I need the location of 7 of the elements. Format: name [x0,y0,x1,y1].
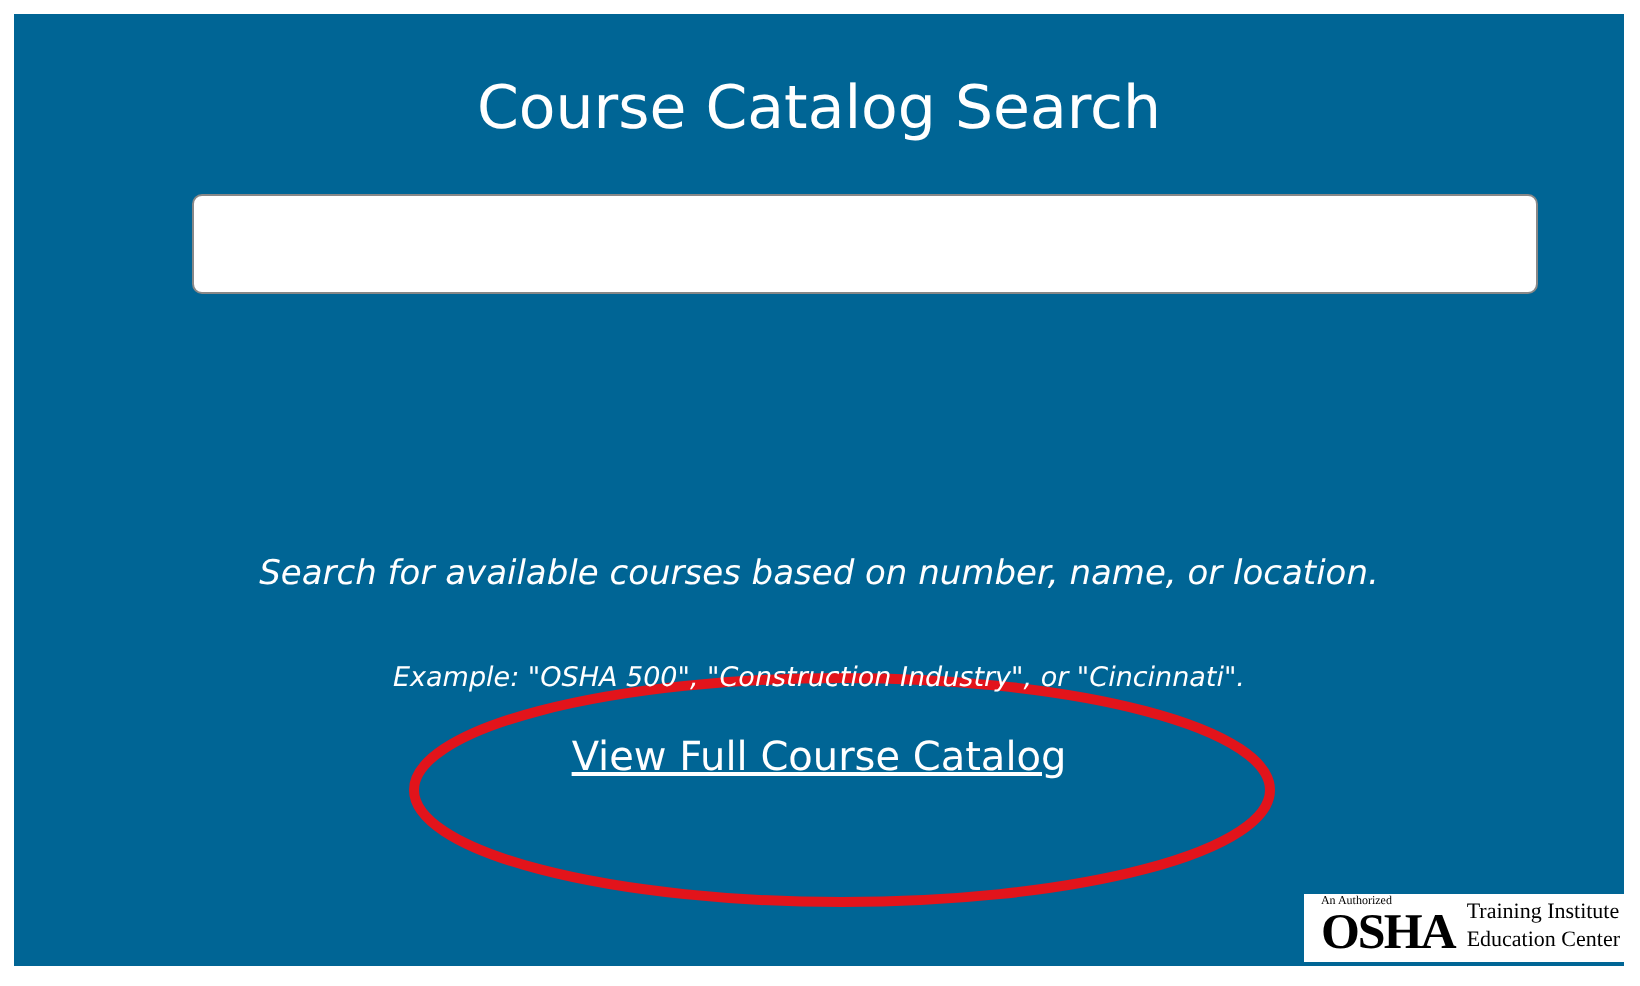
badge-text: Training Institute [1466,900,1620,927]
badge-logo-text: OSHA [1320,908,1455,958]
description-text: Search for available courses based on number, name, or location. [257,552,1381,598]
catalog-link[interactable]: View Full Course Catalog [571,725,1067,786]
panel-title: Course Catalog Search [474,72,1164,146]
search-field[interactable] [192,194,1538,294]
badge-text: Education Center [1466,927,1620,954]
